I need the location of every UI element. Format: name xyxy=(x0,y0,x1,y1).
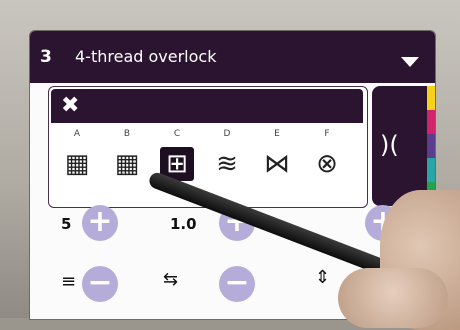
side-panel[interactable]: )( xyxy=(372,86,435,206)
current-stitch-icon: ✖ xyxy=(61,93,80,118)
stitch-option-b[interactable]: B ▦ xyxy=(107,127,147,199)
stitch-label: D xyxy=(223,129,231,139)
finger xyxy=(338,268,448,328)
stitch-selection-panel: ✖ A ▦ B ▦ C ⊞ D ≋ E ⋈ F ⊗ xyxy=(48,86,368,208)
cutting-width-icon: ⇕ xyxy=(315,267,331,288)
overlock-stitch-b-icon: ▦ xyxy=(114,149,140,179)
stitch-width-value: 1.0 xyxy=(170,215,197,233)
minus-button-center[interactable]: − xyxy=(219,266,255,302)
minus-button-left[interactable]: − xyxy=(82,266,118,302)
mirror-stitch-icon: )( xyxy=(380,131,399,159)
plus-button-left[interactable]: + xyxy=(82,205,118,241)
stitch-number: 3 xyxy=(40,47,52,67)
stitch-label: E xyxy=(274,129,280,139)
overlock-stitch-f-icon: ⊗ xyxy=(316,149,338,179)
overlock-stitch-d-icon: ≋ xyxy=(216,149,238,179)
stitch-title: 4-thread overlock xyxy=(75,47,217,66)
stitch-length-value: 5 xyxy=(61,215,72,233)
overlock-stitch-e-icon: ⋈ xyxy=(264,149,290,179)
overlock-stitch-a-icon: ▦ xyxy=(64,149,90,179)
color-stripe-pink xyxy=(427,110,435,134)
stitch-option-e[interactable]: E ⋈ xyxy=(257,127,297,199)
stitch-label: A xyxy=(73,129,81,139)
current-stitch-bar: ✖ xyxy=(51,89,363,123)
color-stripe-purple xyxy=(427,134,435,158)
color-stripe-teal xyxy=(427,158,435,182)
stitch-label: B xyxy=(123,129,131,139)
chevron-down-icon[interactable] xyxy=(401,57,419,67)
stitch-option-f[interactable]: F ⊗ xyxy=(307,127,347,199)
stitch-header[interactable]: 3 4-thread overlock xyxy=(30,31,435,83)
stitch-label: C xyxy=(173,129,181,139)
stitch-option-a[interactable]: A ▦ xyxy=(57,127,97,199)
stitch-label: F xyxy=(324,129,330,139)
color-stripe-yellow xyxy=(427,86,435,110)
stitch-option-d[interactable]: D ≋ xyxy=(207,127,247,199)
tension-icon: ≡ xyxy=(61,271,77,292)
presser-foot-icon: ⇆ xyxy=(163,269,179,290)
